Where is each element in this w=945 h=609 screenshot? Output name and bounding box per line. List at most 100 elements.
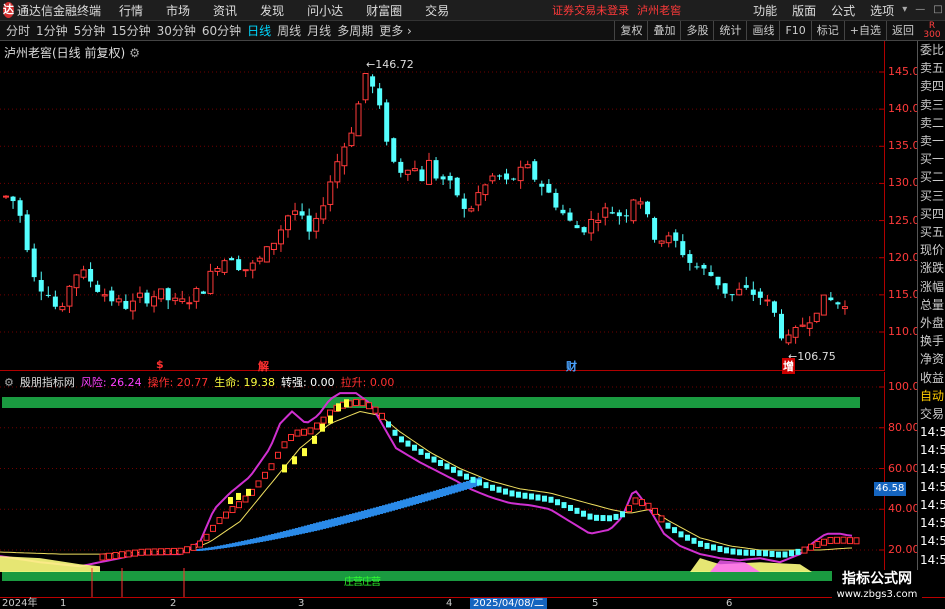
candle-body-down: [581, 227, 587, 233]
dropdown-icon[interactable]: ▾: [902, 4, 907, 16]
candle-body-up: [242, 269, 249, 272]
operation-block: [125, 550, 132, 558]
date-label-month: 5: [592, 598, 599, 609]
operation-block: [490, 484, 495, 491]
operation-block: [425, 452, 430, 459]
operation-block: [203, 533, 210, 541]
indicator-axis-label: 20.00: [888, 543, 920, 556]
indicator-svg: [0, 372, 885, 597]
back-button[interactable]: 返回: [886, 21, 919, 41]
side-panel-item[interactable]: 交易: [918, 405, 945, 423]
menu-ask[interactable]: 问小达: [307, 2, 343, 19]
side-panel-item: 14:56: [920, 425, 945, 440]
operation-block: [288, 434, 294, 442]
candle-body-down: [419, 169, 425, 182]
menu-formula[interactable]: 公式: [831, 2, 855, 19]
side-panel-item: 买四: [920, 206, 945, 221]
corner-badge[interactable]: R 300: [919, 21, 945, 41]
candle-body-down: [511, 178, 517, 180]
operation-block: [177, 547, 184, 555]
operation-block: [776, 551, 781, 558]
period-1min[interactable]: 1分钟: [36, 22, 68, 39]
operation-block: [529, 493, 534, 500]
operation-block: [262, 471, 268, 479]
period-weekly[interactable]: 周线: [277, 22, 301, 39]
period-daily[interactable]: 日线: [247, 22, 271, 39]
menu-market[interactable]: 市场: [166, 2, 190, 19]
period-60min[interactable]: 60分钟: [202, 22, 241, 39]
side-panel-item[interactable]: 自动: [918, 387, 945, 405]
candle-body-down: [447, 175, 453, 181]
candle-body-down: [398, 161, 404, 173]
operation-block: [535, 494, 541, 501]
indicator-gear-icon[interactable]: ⚙: [4, 376, 14, 389]
candle-body-down: [623, 215, 629, 217]
menu-options[interactable]: 选项: [870, 2, 894, 19]
operation-block: [158, 548, 164, 556]
side-panel-item: 换手: [920, 334, 945, 349]
operation-block: [294, 429, 301, 437]
operation-block: [171, 547, 177, 555]
menu-wealth[interactable]: 财富圈: [366, 2, 402, 19]
maximize-icon[interactable]: □: [933, 4, 942, 16]
date-label-month: 2: [170, 598, 177, 609]
mark-button[interactable]: 标记: [810, 21, 844, 41]
candle-body-up: [468, 208, 475, 212]
adjust-button[interactable]: 复权: [614, 21, 647, 41]
operation-block: [704, 542, 710, 549]
minimize-icon[interactable]: —: [915, 4, 925, 16]
candle-body-up: [841, 306, 848, 310]
operation-block: [164, 548, 171, 556]
operation-block: [457, 470, 463, 477]
period-more[interactable]: 更多 ›: [379, 22, 412, 39]
gear-icon[interactable]: ⚙: [129, 46, 140, 60]
date-label-year: 2024年: [2, 598, 38, 609]
candle-body-up: [158, 288, 165, 300]
period-15min[interactable]: 15分钟: [111, 22, 150, 39]
menu-layout[interactable]: 版面: [792, 2, 816, 19]
period-30min[interactable]: 30分钟: [157, 22, 196, 39]
operation-block: [477, 479, 482, 486]
event-marker[interactable]: $: [156, 358, 164, 371]
add-watchlist-button[interactable]: +自选: [843, 21, 886, 41]
operation-block: [496, 486, 502, 493]
price-axis-label: 110.0: [888, 325, 920, 338]
f10-button[interactable]: F10: [779, 21, 810, 41]
statistics-button[interactable]: 统计: [713, 21, 746, 41]
operation-block: [281, 441, 288, 449]
operation-block: [216, 517, 223, 525]
side-panel-item: 总量: [920, 297, 945, 312]
login-status[interactable]: 证券交易未登录: [552, 2, 629, 18]
operation-block: [821, 538, 827, 546]
side-panel-item: 14:56: [920, 534, 945, 549]
indicator-field: 风险: 26.24: [80, 376, 142, 389]
operation-block: [405, 440, 411, 447]
menu-discover[interactable]: 发现: [260, 2, 284, 19]
candle-body-down: [560, 209, 566, 214]
period-monthly[interactable]: 月线: [307, 22, 331, 39]
kline-chart[interactable]: 泸州老窖(日线 前复权) ⚙ 145.0 140.0 135.0 130.0 125.0 1…: [0, 41, 920, 374]
multi-stock-button[interactable]: 多股: [680, 21, 713, 41]
menu-trade[interactable]: 交易: [425, 2, 449, 19]
side-panel-item: 现价: [920, 243, 945, 258]
draw-line-button[interactable]: 画线: [746, 21, 779, 41]
menu-functions[interactable]: 功能: [753, 2, 777, 19]
date-label-month: 3: [298, 598, 305, 609]
operation-block: [399, 436, 404, 443]
menu-quotes[interactable]: 行情: [119, 2, 143, 19]
date-axis: 2024年 1 2 3 4 5 6 2025/04/08/二: [0, 597, 945, 609]
operation-block: [801, 546, 808, 554]
overlay-button[interactable]: 叠加: [647, 21, 680, 41]
period-5min[interactable]: 5分钟: [74, 22, 106, 39]
candle-body-up: [179, 298, 186, 302]
watermark: 指标公式网 www.zbgs3.com: [832, 570, 922, 606]
candle-body-down: [391, 138, 397, 162]
period-multi[interactable]: 多周期: [337, 22, 373, 39]
period-timeshare[interactable]: 分时: [6, 22, 30, 39]
candle-body-down: [680, 241, 686, 256]
candle-body-down: [17, 200, 23, 216]
indicator-chart[interactable]: ⚙ 殷朋指标网 风险: 26.24 操作: 20.77 生命: 19.38 转强: 0.0…: [0, 372, 920, 597]
candle-body-down: [722, 283, 728, 294]
menu-news[interactable]: 资讯: [213, 2, 237, 19]
candle-body-down: [835, 302, 841, 305]
